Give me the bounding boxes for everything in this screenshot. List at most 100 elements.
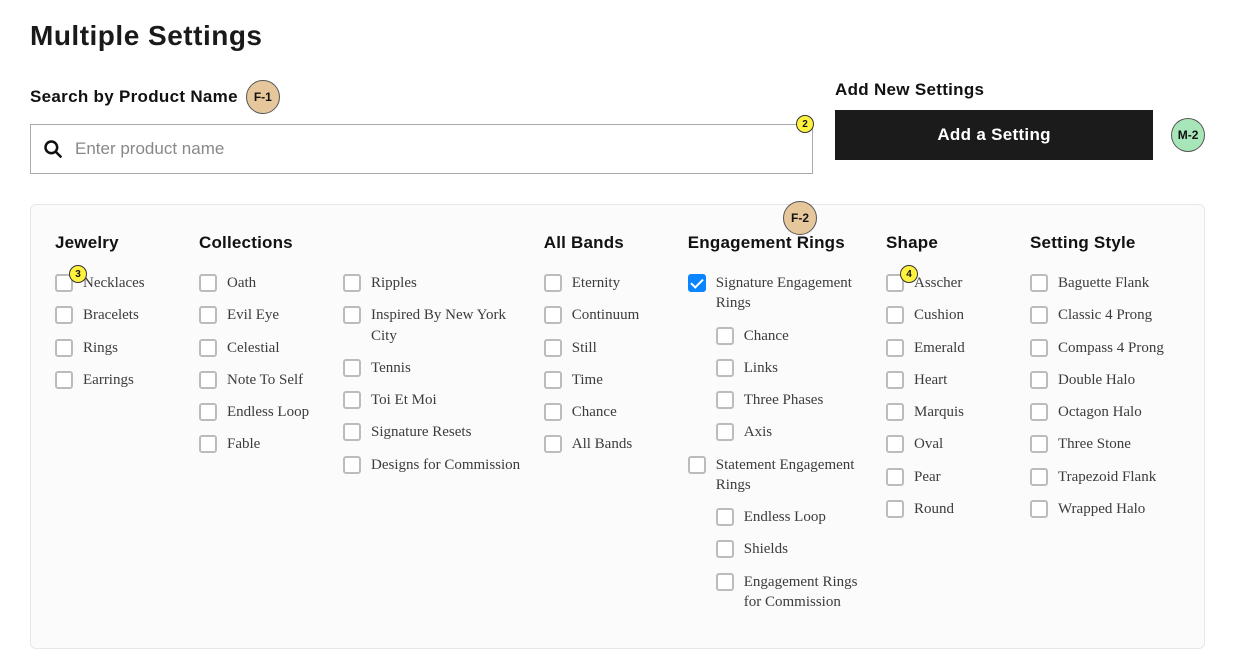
checkbox[interactable] (544, 403, 562, 421)
checkbox[interactable] (1030, 306, 1048, 324)
checkbox-label: Oval (914, 434, 943, 454)
checkbox[interactable] (716, 508, 734, 526)
checkbox[interactable] (886, 403, 904, 421)
list-item: Octagon Halo (1030, 402, 1180, 422)
list-item: Emerald (886, 338, 1016, 358)
checkbox[interactable] (343, 423, 361, 441)
checkbox[interactable] (1030, 468, 1048, 486)
checkbox[interactable] (716, 359, 734, 377)
checkbox-label: Emerald (914, 338, 965, 358)
checkbox-label: Continuum (572, 305, 640, 325)
checkbox[interactable] (343, 456, 361, 474)
checkbox[interactable] (886, 339, 904, 357)
checkbox[interactable] (55, 339, 73, 357)
list-item: Baguette Flank (1030, 273, 1180, 293)
statement-engagement-label: Statement Engagement Rings (716, 455, 872, 496)
list-item: Engagement Rings for Commission (716, 572, 872, 613)
list-item: Three Phases (716, 390, 872, 410)
checkbox[interactable] (199, 274, 217, 292)
list-item: Wrapped Halo (1030, 499, 1180, 519)
checkbox-label: Three Phases (744, 390, 824, 410)
search-input[interactable] (73, 138, 800, 160)
checkbox[interactable] (886, 468, 904, 486)
checkbox-label: Cushion (914, 305, 964, 325)
list-item: Signature Resets (343, 422, 530, 442)
checkbox[interactable] (199, 339, 217, 357)
checkbox-label: Baguette Flank (1058, 273, 1149, 293)
checkbox[interactable] (1030, 435, 1048, 453)
checkbox[interactable] (544, 306, 562, 324)
col-jewelry: Jewelry Necklaces3BraceletsRingsEarrings (55, 233, 185, 402)
checkbox-label: Designs for Commission (371, 455, 520, 475)
checkbox[interactable] (343, 306, 361, 324)
checkbox[interactable] (886, 500, 904, 518)
list-item: Celestial (199, 338, 329, 358)
checkbox-label: Octagon Halo (1058, 402, 1142, 422)
checkbox[interactable] (716, 391, 734, 409)
checkbox[interactable] (886, 435, 904, 453)
checkbox-label: Ripples (371, 273, 417, 293)
col-engagement: Engagement Rings Signature Engagement Ri… (688, 233, 872, 624)
checkbox[interactable] (544, 371, 562, 389)
checkbox[interactable] (343, 359, 361, 377)
list-item: Shields (716, 539, 872, 559)
jewelry-title: Jewelry (55, 233, 185, 253)
checkbox[interactable] (886, 371, 904, 389)
checkbox-label: Necklaces (83, 273, 145, 293)
checkbox-label: Marquis (914, 402, 964, 422)
list-item: Oath (199, 273, 329, 293)
checkbox[interactable] (886, 306, 904, 324)
col-collections-2: RipplesInspired By New York CityTennisTo… (343, 233, 530, 487)
add-setting-button[interactable]: Add a Setting (835, 110, 1153, 160)
checkbox-signature-engagement[interactable] (688, 274, 706, 292)
checkbox[interactable] (55, 306, 73, 324)
list-item: Designs for Commission (343, 455, 530, 475)
list-item: Still (544, 338, 674, 358)
checkbox[interactable] (1030, 371, 1048, 389)
list-item: Inspired By New York City (343, 305, 530, 346)
checkbox-label: Links (744, 358, 778, 378)
checkbox-label: Pear (914, 467, 941, 487)
badge-f2: F-2 (783, 201, 817, 235)
checkbox-label: Note To Self (227, 370, 303, 390)
checkbox[interactable] (199, 306, 217, 324)
checkbox[interactable] (55, 371, 73, 389)
checkbox-label: Shields (744, 539, 788, 559)
badge-f1: F-1 (246, 80, 280, 114)
checkbox[interactable] (716, 540, 734, 558)
checkbox-label: Chance (744, 326, 789, 346)
badge-m2: M-2 (1171, 118, 1205, 152)
list-item: Axis (716, 422, 872, 442)
checkbox-label: Compass 4 Prong (1058, 338, 1164, 358)
checkbox-label: Trapezoid Flank (1058, 467, 1156, 487)
badge-y4: 4 (900, 265, 918, 283)
checkbox[interactable] (716, 423, 734, 441)
engagement-signature: Signature Engagement Rings (688, 273, 872, 314)
checkbox-label: Heart (914, 370, 947, 390)
checkbox[interactable] (1030, 274, 1048, 292)
checkbox[interactable] (1030, 500, 1048, 518)
checkbox[interactable] (544, 339, 562, 357)
checkbox[interactable] (1030, 339, 1048, 357)
checkbox[interactable] (199, 371, 217, 389)
list-item: Trapezoid Flank (1030, 467, 1180, 487)
checkbox-label: Still (572, 338, 597, 358)
checkbox[interactable] (716, 327, 734, 345)
list-item: Endless Loop (716, 507, 872, 527)
checkbox[interactable] (544, 435, 562, 453)
filters-panel: F-2 Jewelry Necklaces3BraceletsRingsEarr… (30, 204, 1205, 649)
checkbox[interactable] (343, 391, 361, 409)
checkbox[interactable] (199, 403, 217, 421)
checkbox[interactable] (343, 274, 361, 292)
checkbox[interactable] (1030, 403, 1048, 421)
checkbox-statement-engagement[interactable] (688, 456, 706, 474)
signature-engagement-label: Signature Engagement Rings (716, 273, 872, 314)
checkbox[interactable] (199, 435, 217, 453)
checkbox-label: Oath (227, 273, 256, 293)
list-item: Endless Loop (199, 402, 329, 422)
list-item: Bracelets (55, 305, 185, 325)
add-block: Add New Settings Add a Setting M-2 (835, 80, 1205, 160)
bands-title: All Bands (544, 233, 674, 253)
col-bands: All Bands EternityContinuumStillTimeChan… (544, 233, 674, 467)
checkbox[interactable] (544, 274, 562, 292)
